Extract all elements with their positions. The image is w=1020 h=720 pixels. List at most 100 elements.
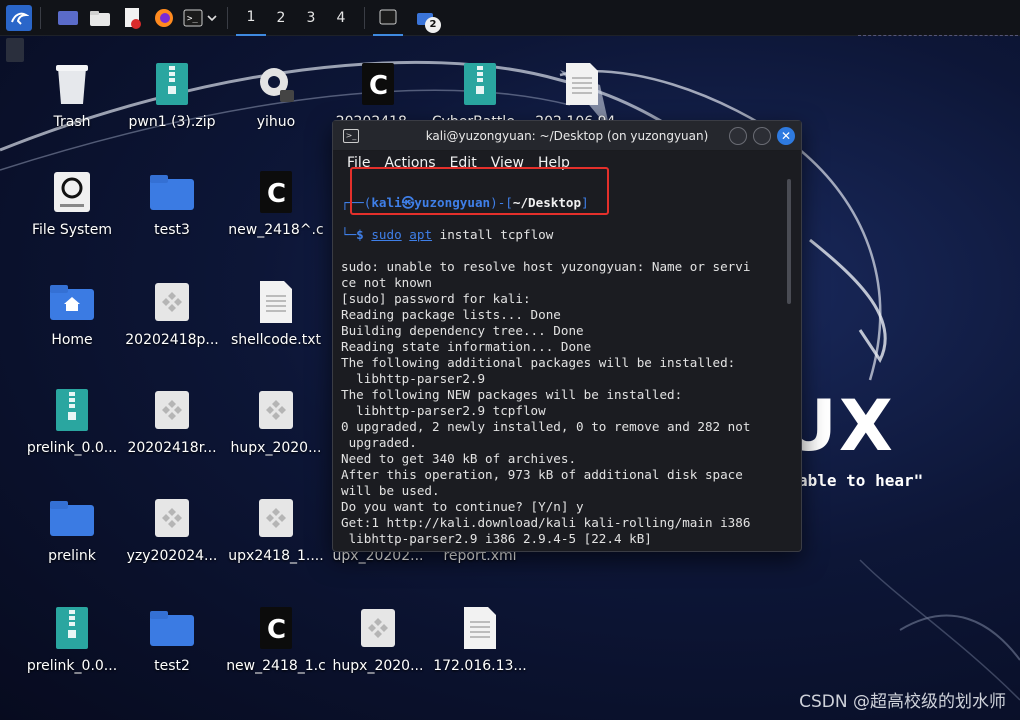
top-panel: >_ 1 2 3 4 2 [0,0,1020,36]
drive-icon [48,168,96,216]
terminal-titlebar[interactable]: >_ kali@yuzongyuan: ~/Desktop (on yuzong… [333,121,801,151]
desktop-item-label: new_2418^.c [228,222,324,238]
terminal-output-line: 0 upgraded, 2 newly installed, 0 to remo… [341,419,751,434]
terminal-output-line: [sudo] password for kali: [341,291,531,306]
maximize-button[interactable] [753,127,771,145]
desktop-item-label: Home [51,332,93,348]
desktop-item-label: 20202418r... [127,440,217,456]
close-button[interactable]: ✕ [777,127,795,145]
generic-file-icon [148,386,196,434]
generic-file-icon [354,604,402,652]
workspace-2[interactable]: 2 [266,0,296,36]
panel-separator [227,6,228,29]
svg-text:>_: >_ [187,14,198,24]
desktop-item[interactable]: 20202418r... [120,386,224,456]
terminal-output-line: Reading state information... Done [341,339,592,354]
desktop-item-label: new_2418_1.c [226,658,326,674]
svg-text:C: C [267,179,286,209]
desktop-item-label: prelink_0.0... [26,658,118,674]
desktop-item-label: test2 [154,658,190,674]
desktop-item[interactable]: Trash [20,60,124,130]
desktop-item-label: yzy202024... [126,548,218,564]
desktop-item[interactable]: upx2418_1.... [224,494,328,564]
terminal-scrollbar[interactable] [787,179,791,304]
terminal-output-line: libhttp-parser2.9 [341,371,486,386]
command-sudo: sudo [371,227,402,242]
taskbar-file-manager-group[interactable]: 2 [411,0,441,36]
kali-menu-button[interactable] [6,4,32,31]
desktop-item-label: prelink_0.0... [26,440,118,456]
desktop-item-label: hupx_2020... [230,440,322,456]
terminal-output-line: libhttp-parser2.9 tcpflow [341,403,546,418]
panel-plugin-stub [6,38,24,62]
desktop-item[interactable]: 20202418p... [120,278,224,348]
workspace-3[interactable]: 3 [296,0,326,36]
terminal-output[interactable]: ┌──(kali㉿yuzongyuan)-[~/Desktop] └─$ sud… [341,179,781,549]
desktop-item[interactable]: shellcode.txt [224,278,328,348]
zip-file-icon [456,60,504,108]
chevron-down-icon [207,14,217,21]
desktop-item[interactable]: Cnew_2418^.c [224,168,328,238]
desktop-item[interactable]: Home [20,278,124,348]
kali-dragon-icon [11,12,29,25]
terminal-output-line: Do you want to continue? [Y/n] y [341,499,584,514]
desktop-item[interactable]: 172.016.13... [428,604,532,674]
show-desktop-button[interactable] [55,5,81,31]
prompt-line-2: └─$ sudo apt install tcpflow [341,227,554,242]
terminal-output-lines: sudo: unable to resolve host yuzongyuan:… [341,259,781,549]
desktop-item[interactable]: test2 [120,604,224,674]
terminal-launcher[interactable]: >_ [183,5,203,31]
command-apt: apt [409,227,433,242]
locked-gear-icon [252,60,300,108]
command-args: install tcpflow [432,227,554,242]
desktop-item[interactable]: hupx_2020... [224,386,328,456]
terminal-output-line: Get:1 http://kali.download/kali kali-rol… [341,515,751,530]
c-file-icon: C [252,168,300,216]
firefox-launcher[interactable] [151,5,177,31]
desktop-item[interactable]: yzy202024... [120,494,224,564]
desktop-item-label: test3 [154,222,190,238]
terminal-icon: >_ [183,9,203,26]
desktop-item-label: Trash [53,114,91,130]
workspace-4[interactable]: 4 [326,0,356,36]
desktop-item[interactable]: test3 [120,168,224,238]
folder-icon [148,604,196,652]
desktop-item[interactable]: Cnew_2418_1.c [224,604,328,674]
desktop-item-label: pwn1 (3).zip [128,114,216,130]
workspace-1[interactable]: 1 [236,0,266,36]
desktop-item[interactable]: prelink_0.0... [20,604,124,674]
text-file-icon [558,60,606,108]
terminal-output-line: sudo: unable to resolve host yuzongyuan:… [341,259,751,274]
terminal-output-line: The following additional packages will b… [341,355,736,370]
desktop-item[interactable]: yihuo [224,60,328,130]
desktop-item-label: upx2418_1.... [228,548,324,564]
c-file-icon: C [354,60,402,108]
folder-icon [148,168,196,216]
desktop-item-label: prelink [48,548,96,564]
desktop-item[interactable]: prelink [20,494,124,564]
csdn-watermark: CSDN @超高校级的划水师 [799,692,1006,712]
terminal-icon [379,9,397,24]
desktop-item-label: 172.016.13... [433,658,527,674]
desktop-item[interactable]: pwn1 (3).zip [120,60,224,130]
terminal-output-line: The following NEW packages will be insta… [341,387,683,402]
panel-separator [40,6,41,29]
desktop-item[interactable]: File System [20,168,124,238]
close-icon: ✕ [780,129,792,143]
home-folder-icon [48,278,96,326]
terminal-output-line: ce not known [341,275,432,290]
zip-file-icon [148,60,196,108]
wallpaper-quote-text: able to hear" [798,471,924,490]
desktop-item-label: shellcode.txt [230,332,322,348]
minimize-button[interactable] [729,127,747,145]
file-manager-launcher[interactable] [87,5,113,31]
taskbar-terminal-window[interactable] [373,0,403,36]
text-editor-launcher[interactable] [119,5,145,31]
desktop-item[interactable]: prelink_0.0... [20,386,124,456]
terminal-dropdown-button[interactable] [205,5,219,31]
desktop-item-label: File System [31,222,113,238]
terminal-output-line: Reading package lists... Done [341,307,561,322]
generic-file-icon [148,278,196,326]
folder-icon [90,10,110,26]
desktop-item[interactable]: hupx_2020... [326,604,430,674]
